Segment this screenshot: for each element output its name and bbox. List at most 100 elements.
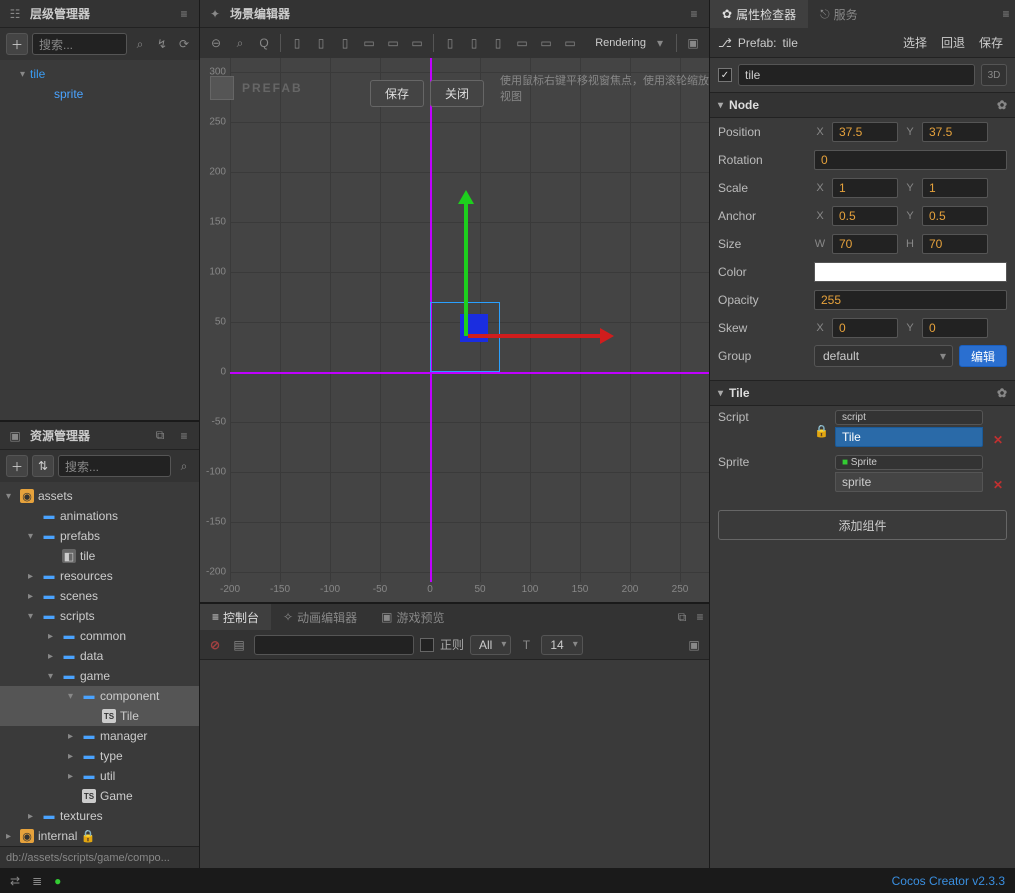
- align-icon[interactable]: ▯: [287, 33, 307, 53]
- anchor-x-input[interactable]: [832, 206, 898, 226]
- sort-button[interactable]: ⇅: [32, 455, 54, 477]
- asset-item[interactable]: ▬animations: [0, 506, 199, 526]
- add-node-button[interactable]: ＋: [6, 33, 28, 55]
- hierarchy-item-tile[interactable]: ▾ tile: [0, 64, 199, 84]
- status-dot-icon[interactable]: ●: [54, 874, 61, 888]
- asset-item[interactable]: ▸◉internal 🔒: [0, 826, 199, 846]
- gear-icon[interactable]: ✿: [997, 386, 1007, 400]
- asset-item[interactable]: ▾▬component: [0, 686, 199, 706]
- distribute-icon[interactable]: ▭: [512, 33, 532, 53]
- distribute-icon[interactable]: ▭: [536, 33, 556, 53]
- sprite-reference[interactable]: sprite: [835, 472, 983, 492]
- panel-menu-icon[interactable]: ≡: [691, 608, 709, 626]
- 3d-toggle[interactable]: 3D: [981, 64, 1007, 86]
- hierarchy-search-input[interactable]: 搜索...: [32, 33, 127, 55]
- asset-item[interactable]: ▸▬data: [0, 646, 199, 666]
- color-picker[interactable]: [814, 262, 1007, 282]
- search-icon[interactable]: ⌕: [175, 457, 193, 475]
- asset-item[interactable]: ▸▬scenes: [0, 586, 199, 606]
- asset-item[interactable]: ▾▬scripts: [0, 606, 199, 626]
- distribute-icon[interactable]: ▭: [560, 33, 580, 53]
- chevron-down-icon[interactable]: ▾: [650, 33, 670, 53]
- popout-icon[interactable]: ⧉: [673, 608, 691, 626]
- scale-x-input[interactable]: [832, 178, 898, 198]
- group-dropdown[interactable]: default: [814, 345, 953, 367]
- prefab-close-button[interactable]: 关闭: [430, 80, 484, 107]
- add-component-button[interactable]: 添加组件: [718, 510, 1007, 540]
- remove-script-button[interactable]: ✕: [989, 433, 1007, 447]
- regex-checkbox[interactable]: [420, 638, 434, 652]
- asset-item[interactable]: ▸▬util: [0, 766, 199, 786]
- prefab-save-button[interactable]: 保存: [370, 80, 424, 107]
- hierarchy-item-sprite[interactable]: sprite: [0, 84, 199, 104]
- panel-menu-icon[interactable]: ≡: [685, 5, 703, 23]
- distribute-icon[interactable]: ▯: [464, 33, 484, 53]
- asset-item[interactable]: ▸▬textures: [0, 806, 199, 826]
- skew-x-input[interactable]: [832, 318, 898, 338]
- console-search-input[interactable]: [254, 635, 414, 655]
- collapse-icon[interactable]: ↯: [153, 35, 171, 53]
- script-reference[interactable]: Tile: [835, 427, 983, 447]
- size-w-input[interactable]: [832, 234, 898, 254]
- gizmo-y-arrow[interactable]: [464, 194, 468, 336]
- prefab-revert-button[interactable]: 回退: [937, 34, 969, 51]
- tab-inspector[interactable]: ✿属性检查器: [710, 0, 808, 28]
- zoom-in-icon[interactable]: ⌕: [230, 33, 250, 53]
- prefab-select-button[interactable]: 选择: [899, 34, 931, 51]
- remove-sprite-button[interactable]: ✕: [989, 478, 1007, 492]
- popout-icon[interactable]: ⧉: [151, 427, 169, 445]
- assets-search-input[interactable]: 搜索...: [58, 455, 171, 477]
- scale-y-input[interactable]: [922, 178, 988, 198]
- anchor-y-input[interactable]: [922, 206, 988, 226]
- asset-item[interactable]: TSTile: [0, 706, 199, 726]
- align-icon[interactable]: ▯: [335, 33, 355, 53]
- panel-menu-icon[interactable]: ≡: [175, 5, 193, 23]
- distribute-icon[interactable]: ▯: [488, 33, 508, 53]
- rendering-label[interactable]: Rendering: [595, 37, 646, 49]
- zoom-out-icon[interactable]: ⊖: [206, 33, 226, 53]
- asset-item[interactable]: ▸▬manager: [0, 726, 199, 746]
- font-size-dropdown[interactable]: 14: [541, 635, 582, 655]
- filter-dropdown[interactable]: All: [470, 635, 511, 655]
- sync-icon[interactable]: ⇄: [10, 874, 20, 888]
- section-node[interactable]: ▾Node ✿: [710, 92, 1015, 118]
- tab-console[interactable]: ≡控制台: [200, 604, 271, 630]
- expand-icon[interactable]: ▾: [20, 69, 30, 80]
- position-x-input[interactable]: [832, 122, 898, 142]
- panel-menu-icon[interactable]: ≡: [175, 427, 193, 445]
- tab-animation[interactable]: ✧动画编辑器: [271, 604, 369, 630]
- node-enabled-checkbox[interactable]: ✓: [718, 68, 732, 82]
- align-icon[interactable]: ▯: [311, 33, 331, 53]
- asset-item[interactable]: ▾▬prefabs: [0, 526, 199, 546]
- skew-y-input[interactable]: [922, 318, 988, 338]
- add-asset-button[interactable]: ＋: [6, 455, 28, 477]
- distribute-icon[interactable]: ▯: [440, 33, 460, 53]
- align-icon[interactable]: ▭: [383, 33, 403, 53]
- opacity-input[interactable]: [814, 290, 1007, 310]
- asset-item[interactable]: ▸▬common: [0, 626, 199, 646]
- section-tile[interactable]: ▾Tile ✿: [710, 380, 1015, 406]
- asset-item[interactable]: ▾▬game: [0, 666, 199, 686]
- asset-item[interactable]: ▾◉assets: [0, 486, 199, 506]
- size-h-input[interactable]: [922, 234, 988, 254]
- asset-item[interactable]: ◧tile: [0, 546, 199, 566]
- align-icon[interactable]: ▭: [407, 33, 427, 53]
- clear-console-button[interactable]: ⊘: [206, 638, 224, 652]
- gear-icon[interactable]: ✿: [997, 98, 1007, 112]
- gizmo-x-arrow[interactable]: [468, 334, 610, 338]
- refresh-icon[interactable]: ⟳: [175, 35, 193, 53]
- tab-service[interactable]: ⎋服务: [808, 0, 870, 28]
- position-y-input[interactable]: [922, 122, 988, 142]
- scene-viewport[interactable]: 300250200150100500-50-100-150-200 -200-1…: [200, 58, 709, 602]
- log-icon[interactable]: ≣: [32, 874, 42, 888]
- prefab-save-button[interactable]: 保存: [975, 34, 1007, 51]
- asset-item[interactable]: ▸▬resources: [0, 566, 199, 586]
- zoom-reset-icon[interactable]: Q: [254, 33, 274, 53]
- group-edit-button[interactable]: 编辑: [959, 345, 1007, 367]
- node-name-input[interactable]: [738, 64, 975, 86]
- panel-menu-icon[interactable]: ≡: [997, 5, 1015, 23]
- log-file-icon[interactable]: ▤: [230, 636, 248, 654]
- asset-item[interactable]: TSGame: [0, 786, 199, 806]
- camera-icon[interactable]: ▣: [683, 33, 703, 53]
- rotation-input[interactable]: [814, 150, 1007, 170]
